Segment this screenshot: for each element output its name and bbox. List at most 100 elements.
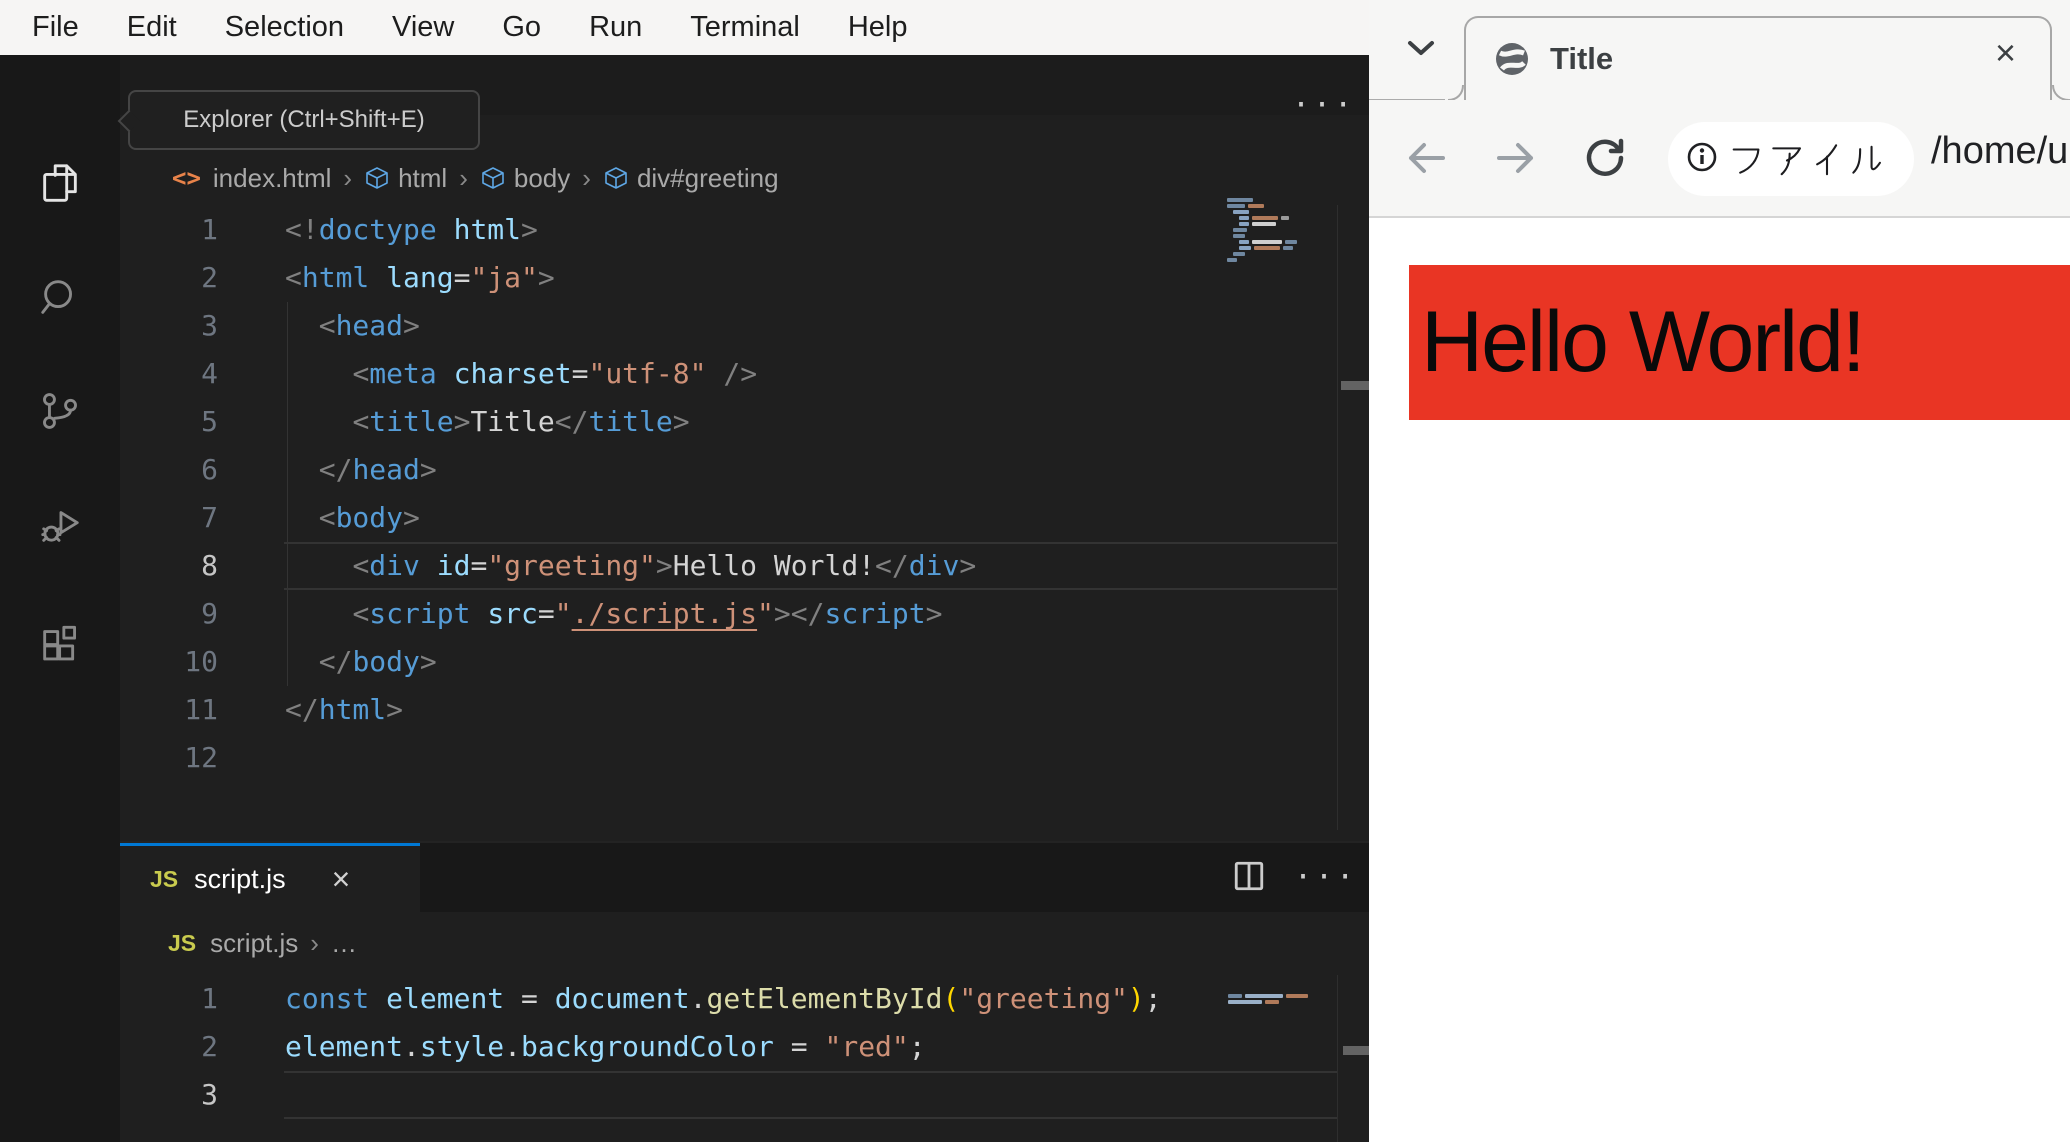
tab-close-icon[interactable]: × — [1995, 32, 2016, 74]
code-line-2[interactable]: 2 <html lang="ja"> — [120, 254, 1369, 302]
js-editor[interactable]: 1 const element = document.getElementById… — [120, 975, 1369, 1142]
globe-favicon — [1494, 41, 1530, 77]
breadcrumb[interactable]: <> index.html › html › body › div#greeting — [120, 150, 1369, 206]
symbol-cube-icon — [480, 165, 506, 191]
extensions-icon[interactable] — [37, 622, 83, 668]
code-line-3[interactable]: 3 <head> — [120, 302, 1369, 350]
line-number[interactable]: 5 — [120, 398, 218, 446]
menu-edit[interactable]: Edit — [103, 0, 201, 55]
line-content: const element = document.getElementById(… — [285, 982, 1162, 1015]
code-line-4[interactable]: 4 <meta charset="utf-8" /> — [120, 350, 1369, 398]
breadcrumb-segment[interactable]: div#greeting — [637, 163, 779, 194]
source-control-icon[interactable] — [37, 388, 83, 434]
breadcrumb-separator: › — [310, 928, 319, 958]
breadcrumb-more[interactable]: … — [331, 928, 357, 959]
line-content: <div id="greeting">Hello World!</div> — [352, 549, 977, 582]
browser-tab-strip: Title × — [1369, 0, 2070, 101]
line-number[interactable]: 6 — [120, 446, 218, 494]
explorer-icon[interactable] — [37, 160, 83, 206]
code-line-7[interactable]: 7 <body> — [120, 494, 1369, 542]
split-editor-icon[interactable] — [1231, 859, 1267, 898]
symbol-cube-icon — [603, 165, 629, 191]
menu-view[interactable]: View — [368, 0, 478, 55]
panel-more-actions-icon[interactable]: ··· — [1294, 860, 1357, 895]
line-content: <head> — [318, 309, 420, 342]
line-content: <meta charset="utf-8" /> — [352, 357, 758, 390]
code-line-1[interactable]: 1 const element = document.getElementById… — [120, 975, 1369, 1023]
panel-breadcrumb[interactable]: JS script.js › … — [120, 912, 1369, 975]
run-debug-icon[interactable] — [37, 502, 83, 548]
browser-viewport: Hello World! — [1369, 218, 2070, 1142]
line-content: <!doctype html> — [285, 213, 538, 246]
line-content: </head> — [318, 453, 437, 486]
code-line-1[interactable]: 1 <!doctype html> — [120, 206, 1369, 254]
line-content: <title>Title</title> — [352, 405, 690, 438]
site-info-chip[interactable] — [1668, 122, 1914, 196]
tab-script-js[interactable]: JS script.js × — [120, 843, 420, 912]
line-number[interactable]: 11 — [120, 686, 218, 734]
line-content: <script src="./script.js"></script> — [352, 597, 943, 630]
breadcrumb-segment[interactable]: body — [514, 163, 570, 194]
js-file-icon: JS — [150, 865, 179, 892]
tab-flare-left — [1447, 84, 1465, 101]
chip-label-glyphs — [1728, 137, 1886, 181]
code-line-6[interactable]: 6 </head> — [120, 446, 1369, 494]
panel-scrollbar-thumb[interactable] — [1343, 1046, 1369, 1055]
panel-minimap[interactable] — [1228, 994, 1334, 1006]
tab-search-chevron-icon[interactable] — [1406, 38, 1436, 58]
code-line-9[interactable]: 9 <script src="./script.js"></script> — [120, 590, 1369, 638]
forward-icon[interactable] — [1485, 128, 1545, 188]
minimap[interactable] — [1227, 198, 1317, 264]
code-line-10[interactable]: 10 </body> — [120, 638, 1369, 686]
line-number[interactable]: 9 — [120, 590, 218, 638]
scrollbar-thumb[interactable] — [1341, 381, 1369, 390]
code-line-8[interactable]: 8 <div id="greeting">Hello World!</div> — [120, 542, 1369, 590]
menu-help[interactable]: Help — [824, 0, 932, 55]
line-number[interactable]: 7 — [120, 494, 218, 542]
line-number[interactable]: 3 — [120, 1071, 218, 1119]
line-number[interactable]: 1 — [120, 206, 218, 254]
tab-close-icon[interactable]: × — [332, 861, 351, 898]
menu-terminal[interactable]: Terminal — [666, 0, 824, 55]
panel-minimap-border — [1337, 975, 1338, 1142]
reload-icon[interactable] — [1575, 128, 1635, 188]
breadcrumb-segment[interactable]: html — [398, 163, 447, 194]
breadcrumb-separator: › — [582, 162, 591, 193]
menu-selection[interactable]: Selection — [201, 0, 368, 55]
code-line-2[interactable]: 2 element.style.backgroundColor = "red"; — [120, 1023, 1369, 1071]
line-number[interactable]: 12 — [120, 734, 218, 782]
line-number[interactable]: 1 — [120, 975, 218, 1023]
back-icon[interactable] — [1397, 128, 1457, 188]
line-number[interactable]: 3 — [120, 302, 218, 350]
line-number[interactable]: 2 — [120, 1023, 218, 1071]
line-number[interactable]: 2 — [120, 254, 218, 302]
panel-tab-bar: JS script.js × — [120, 843, 1369, 912]
tab-label: script.js — [194, 863, 286, 894]
breadcrumb-file[interactable]: index.html — [213, 163, 332, 194]
breadcrumb-separator: › — [343, 162, 353, 193]
line-number[interactable]: 10 — [120, 638, 218, 686]
menu-run[interactable]: Run — [565, 0, 666, 55]
url-text[interactable]: /home/u — [1931, 130, 2068, 173]
editor-more-actions-icon[interactable]: ··· — [1292, 88, 1355, 123]
menu-go[interactable]: Go — [478, 0, 565, 55]
breadcrumb-file[interactable]: script.js — [210, 928, 298, 959]
minimap-border — [1337, 205, 1338, 830]
explorer-tooltip: Explorer (Ctrl+Shift+E) — [117, 90, 480, 150]
info-icon[interactable] — [1686, 141, 1718, 178]
code-line-12[interactable]: 12 — [120, 734, 1369, 782]
menu-file[interactable]: File — [8, 0, 103, 55]
search-icon[interactable] — [37, 274, 83, 320]
line-number[interactable]: 4 — [120, 350, 218, 398]
browser-tab-title: Title — [1550, 41, 1614, 76]
browser-tab[interactable]: Title × — [1464, 16, 2052, 100]
html-editor[interactable]: 1 <!doctype html> 2 <html lang="ja"> 3 <head… — [120, 206, 1369, 830]
line-content: element.style.backgroundColor = "red"; — [285, 1030, 926, 1063]
line-number[interactable]: 8 — [120, 542, 218, 590]
line-content: <body> — [318, 501, 420, 534]
symbol-cube-icon — [364, 165, 390, 191]
greeting-div: Hello World! — [1409, 265, 2070, 420]
code-line-11[interactable]: 11 </html> — [120, 686, 1369, 734]
code-line-3[interactable]: 3 — [120, 1071, 1369, 1119]
code-line-5[interactable]: 5 <title>Title</title> — [120, 398, 1369, 446]
